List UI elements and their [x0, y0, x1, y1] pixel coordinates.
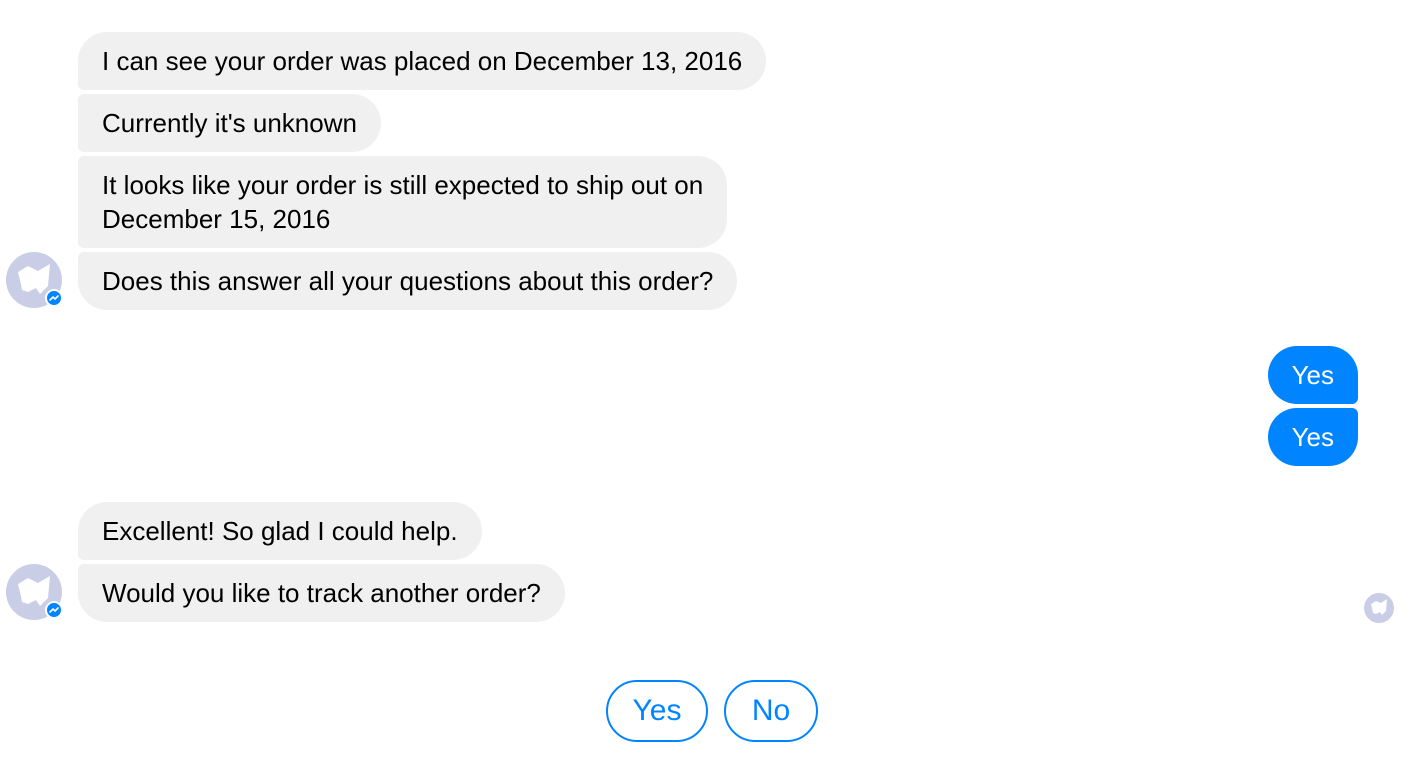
bot-message: I can see your order was placed on Decem…: [78, 32, 767, 90]
seen-avatar-icon: [1364, 593, 1394, 623]
quick-reply-no[interactable]: No: [724, 680, 818, 742]
bot-message-line: December 15, 2016: [102, 204, 331, 234]
messenger-badge-icon: [45, 289, 63, 307]
bot-avatar: [6, 564, 63, 620]
bot-avatar: [6, 252, 63, 308]
user-message: Yes: [1267, 408, 1358, 466]
bot-message: It looks like your order is still expect…: [78, 156, 728, 248]
messenger-badge-icon: [45, 601, 63, 619]
bot-message: Currently it's unknown: [78, 94, 381, 152]
bot-message: Excellent! So glad I could help.: [78, 502, 482, 560]
quick-reply-yes[interactable]: Yes: [606, 680, 708, 742]
bot-message-line: It looks like your order is still expect…: [102, 170, 704, 200]
bot-message: Would you like to track another order?: [78, 564, 565, 622]
bot-message: Does this answer all your questions abou…: [78, 252, 738, 310]
user-message: Yes: [1267, 346, 1358, 404]
